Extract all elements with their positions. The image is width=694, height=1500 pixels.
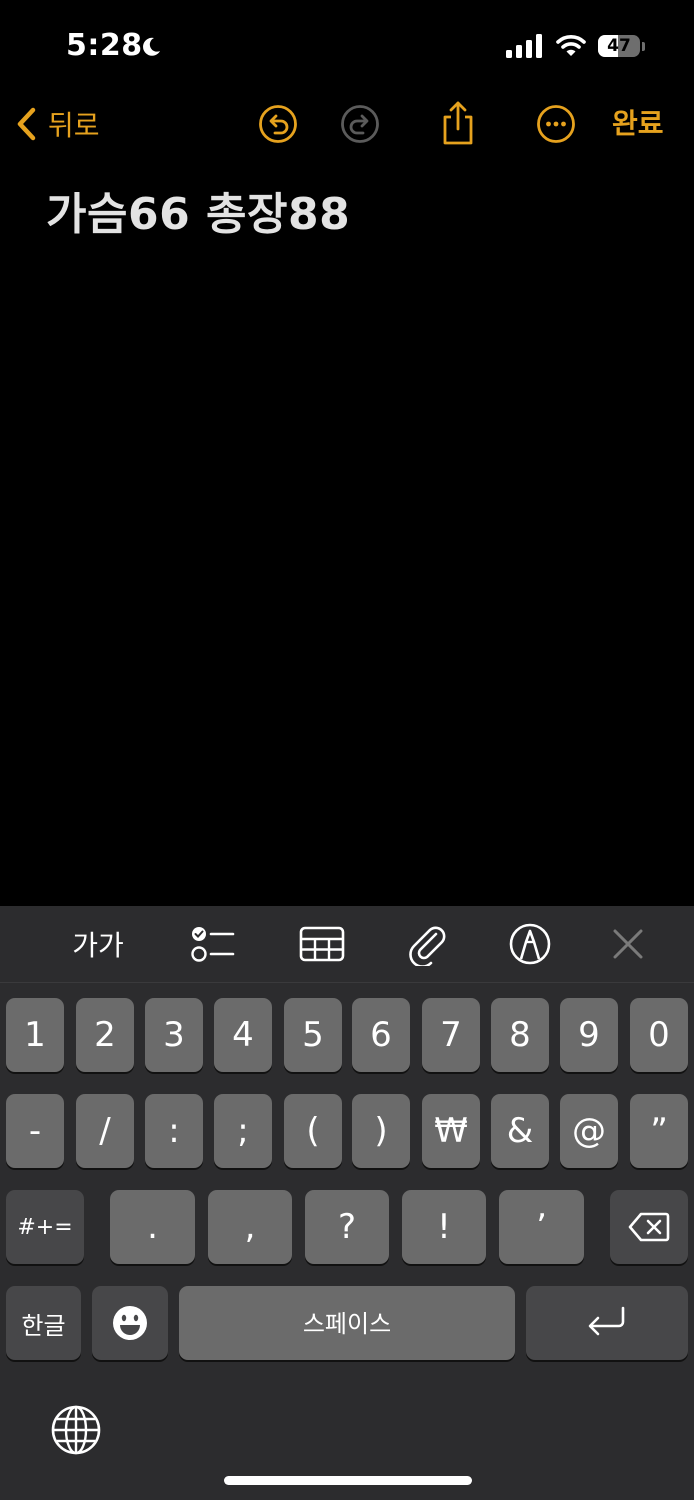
key-comma[interactable]: , — [208, 1190, 292, 1264]
emoji-icon — [113, 1306, 147, 1340]
markup-icon — [509, 923, 551, 965]
battery-level: 47 — [607, 36, 631, 56]
key-0[interactable]: 0 — [630, 998, 688, 1072]
key-8[interactable]: 8 — [491, 998, 549, 1072]
close-icon — [613, 929, 643, 959]
key-hyphen[interactable]: - — [6, 1094, 64, 1168]
done-button[interactable]: 완료 — [612, 104, 664, 144]
language-key[interactable]: 한글 — [6, 1286, 81, 1360]
key-question[interactable]: ? — [305, 1190, 389, 1264]
table-icon — [299, 926, 345, 962]
key-symbols-toggle[interactable]: #+= — [6, 1190, 84, 1264]
return-key[interactable] — [526, 1286, 688, 1360]
key-ampersand[interactable]: & — [491, 1094, 549, 1168]
key-semicolon[interactable]: ; — [214, 1094, 272, 1168]
chevron-left-icon — [17, 107, 36, 141]
key-1[interactable]: 1 — [6, 998, 64, 1072]
key-exclamation[interactable]: ! — [402, 1190, 486, 1264]
key-4[interactable]: 4 — [214, 998, 272, 1072]
note-title[interactable]: 가슴66 총장88 — [46, 178, 350, 242]
key-slash[interactable]: / — [76, 1094, 134, 1168]
key-won[interactable]: ₩ — [422, 1094, 480, 1168]
home-indicator — [224, 1476, 472, 1485]
wifi-icon — [556, 35, 586, 56]
key-7[interactable]: 7 — [422, 998, 480, 1072]
close-toolbar-button[interactable] — [606, 918, 650, 970]
key-5[interactable]: 5 — [284, 998, 342, 1072]
key-3[interactable]: 3 — [145, 998, 203, 1072]
delete-icon — [628, 1212, 670, 1242]
share-icon[interactable] — [438, 100, 478, 146]
key-quote[interactable]: ” — [630, 1094, 688, 1168]
back-button[interactable]: 뒤로 — [14, 104, 100, 144]
key-apostrophe[interactable]: ’ — [499, 1190, 584, 1264]
return-icon — [588, 1306, 625, 1336]
undo-icon[interactable] — [258, 104, 298, 144]
table-button[interactable] — [298, 918, 346, 970]
key-close-paren[interactable]: ) — [352, 1094, 410, 1168]
key-open-paren[interactable]: ( — [284, 1094, 342, 1168]
markup-button[interactable] — [506, 918, 554, 970]
emoji-key[interactable] — [92, 1286, 168, 1360]
key-period[interactable]: . — [110, 1190, 195, 1264]
key-colon[interactable]: : — [145, 1094, 203, 1168]
globe-icon[interactable] — [50, 1404, 102, 1456]
more-icon[interactable] — [536, 104, 576, 144]
checklist-button[interactable] — [188, 918, 236, 970]
attachment-button[interactable] — [404, 918, 452, 970]
key-6[interactable]: 6 — [352, 998, 410, 1072]
key-2[interactable]: 2 — [76, 998, 134, 1072]
cellular-signal-icon — [506, 34, 542, 58]
key-9[interactable]: 9 — [560, 998, 618, 1072]
key-at[interactable]: @ — [560, 1094, 618, 1168]
text-format-button[interactable]: 가가 — [66, 918, 130, 970]
battery-indicator: 47 — [598, 35, 646, 59]
status-time: 5:28 — [66, 28, 143, 63]
back-label: 뒤로 — [48, 109, 100, 142]
checklist-icon — [191, 927, 235, 962]
moon-icon — [143, 37, 160, 56]
attachment-icon — [409, 926, 446, 966]
space-key[interactable]: 스페이스 — [179, 1286, 515, 1360]
redo-icon[interactable] — [340, 104, 380, 144]
delete-key[interactable] — [610, 1190, 688, 1264]
